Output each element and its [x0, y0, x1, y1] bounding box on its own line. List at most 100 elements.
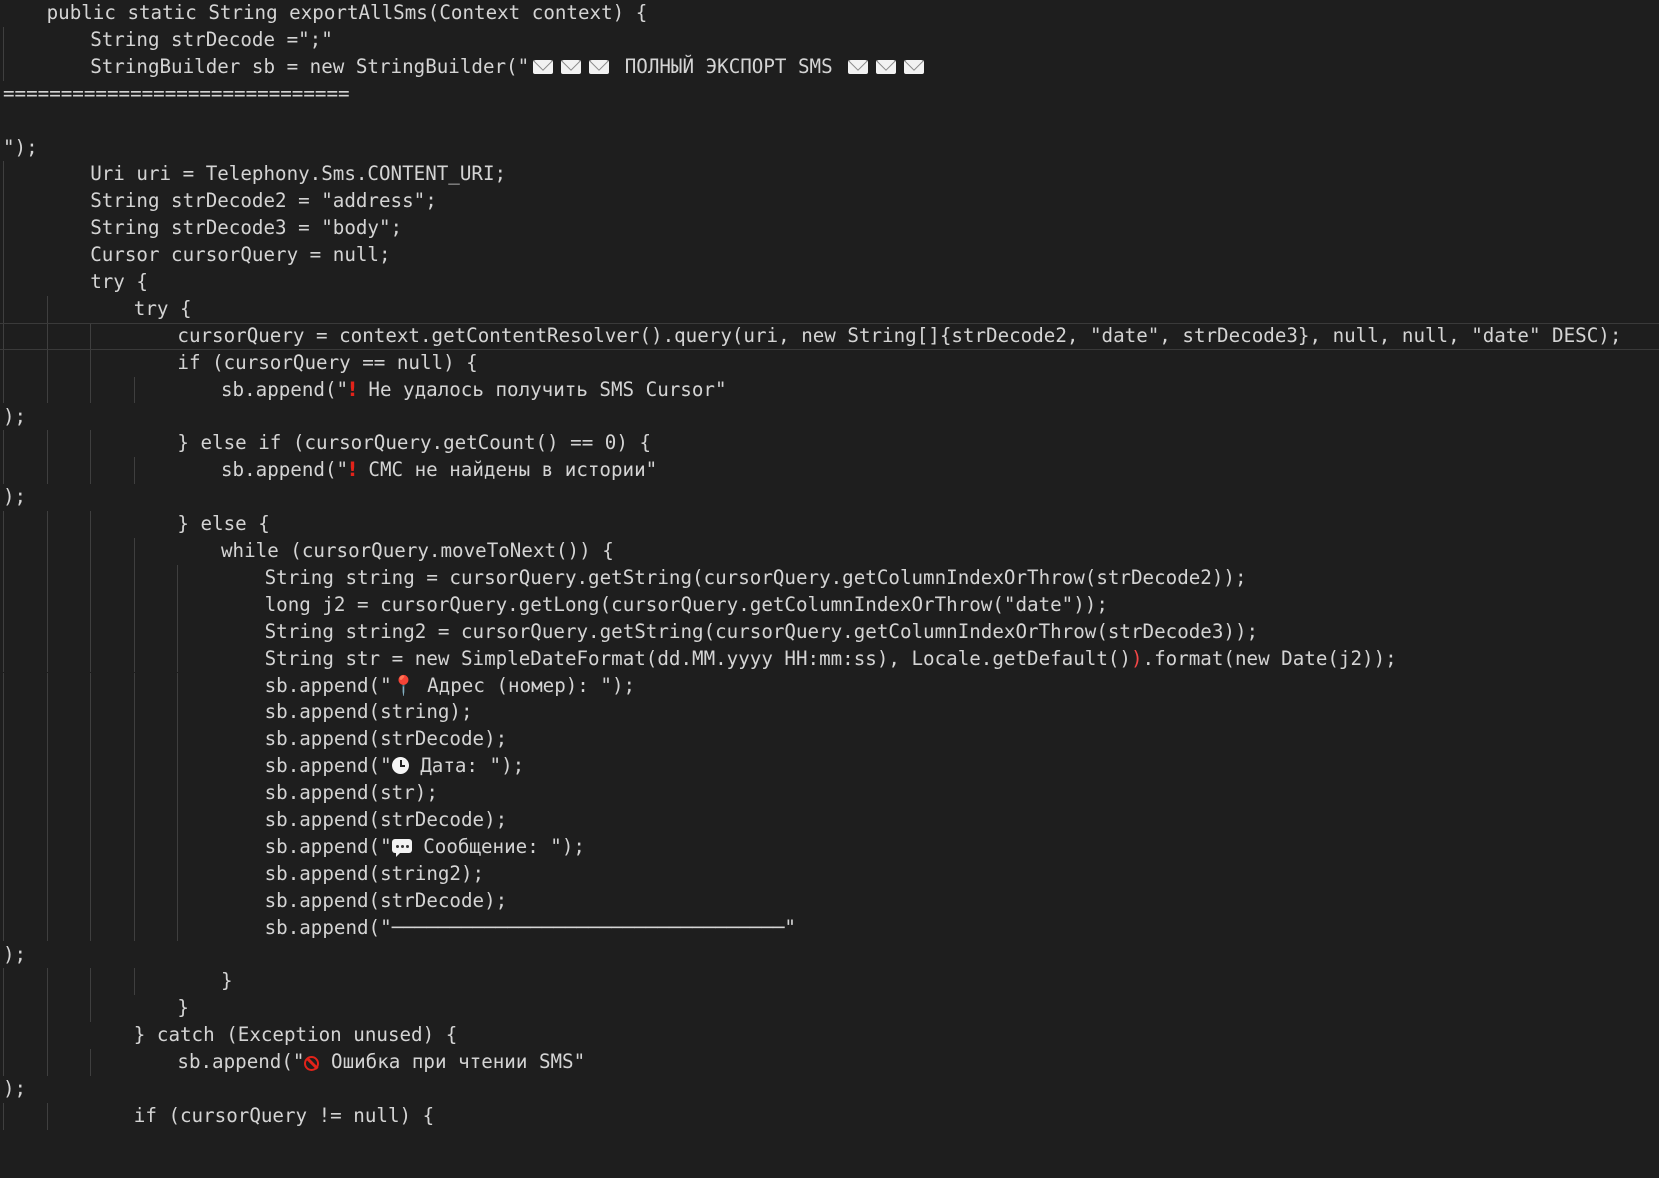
indent-guide: [46, 995, 48, 1023]
code-token: long j2 = cursorQuery.getLong(cursorQuer…: [264, 592, 1108, 616]
indent-guide: [46, 323, 48, 349]
indent-guide: [90, 511, 92, 538]
code-line[interactable]: String str = new SimpleDateFormat(dd.MM.…: [0, 645, 1659, 673]
indent-guide: [3, 242, 4, 269]
code-token: sb.append(string2);: [264, 861, 485, 885]
code-line[interactable]: sb.append(" Дата: ");: [0, 753, 1659, 781]
code-line[interactable]: String string2 = cursorQuery.getString(c…: [0, 618, 1659, 646]
indent-guide: [133, 807, 135, 834]
indent-guide: [46, 430, 48, 458]
code-text: Cursor cursorQuery = null;: [90, 242, 390, 269]
code-text: StringBuilder sb = new StringBuilder(" П…: [90, 54, 928, 81]
indent-guide: [46, 1049, 48, 1076]
code-line[interactable]: sb.append(" Сообщение: ");: [0, 833, 1659, 861]
indent-guide: [3, 323, 4, 349]
code-line[interactable]: );: [0, 1076, 1659, 1103]
code-line[interactable]: } else if (cursorQuery.getCount() == 0) …: [0, 430, 1659, 458]
code-line[interactable]: sb.append(string);: [0, 699, 1659, 727]
code-line[interactable]: String strDecode =";": [0, 26, 1659, 54]
code-token: if (cursorQuery == null) {: [177, 350, 478, 374]
code-line[interactable]: if (cursorQuery != null) {: [0, 1102, 1659, 1130]
code-line[interactable]: sb.append(strDecode);: [0, 887, 1659, 915]
code-line[interactable]: Cursor cursorQuery = null;: [0, 242, 1659, 269]
code-line[interactable]: [0, 108, 1659, 135]
code-text: sb.append(str);: [265, 780, 438, 807]
code-line[interactable]: try {: [0, 295, 1659, 323]
code-line[interactable]: sb.append(string2);: [0, 860, 1659, 888]
code-line[interactable]: long j2 = cursorQuery.getLong(cursorQuer…: [0, 591, 1659, 619]
code-token: Адрес (номер): ");: [415, 673, 636, 697]
code-line[interactable]: StringBuilder sb = new StringBuilder(" П…: [0, 53, 1659, 81]
code-line[interactable]: sb.append("─────────────────────────────…: [0, 914, 1659, 942]
indent-guide: [3, 1022, 4, 1050]
code-token: while (cursorQuery.moveToNext()) {: [221, 539, 614, 562]
exclamation-icon: !: [348, 377, 357, 401]
code-line[interactable]: Uri uri = Telephony.Sms.CONTENT_URI;: [0, 161, 1659, 189]
code-token: Сообщение: ");: [411, 834, 585, 858]
code-line-current[interactable]: cursorQuery = context.getContentResolver…: [0, 322, 1659, 350]
code-text: sb.append(" Сообщение: ");: [265, 834, 585, 861]
indent-guide: [133, 538, 135, 565]
indent-guide: [133, 699, 135, 727]
indent-guide: [90, 726, 92, 754]
indent-guide: [90, 753, 92, 781]
code-token: sb.append(": [177, 1050, 305, 1074]
code-text: );: [3, 942, 26, 969]
indent-guide: [90, 860, 92, 888]
code-line[interactable]: ");: [0, 135, 1659, 162]
indent-guide: [133, 887, 135, 915]
code-line[interactable]: );: [0, 484, 1659, 511]
indent-guide: [46, 780, 48, 807]
indent-guide: [3, 215, 4, 243]
envelope-icon: [848, 59, 869, 74]
code-line[interactable]: String string = cursorQuery.getString(cu…: [0, 564, 1659, 592]
code-line[interactable]: try {: [0, 269, 1659, 296]
code-line[interactable]: ==============================: [0, 81, 1659, 108]
code-line[interactable]: sb.append("! Не удалось получить SMS Cur…: [0, 376, 1659, 404]
code-token: String string = cursorQuery.getString(cu…: [264, 565, 1247, 589]
code-token: Cursor cursorQuery = null;: [90, 243, 391, 267]
code-line[interactable]: if (cursorQuery == null) {: [0, 349, 1659, 377]
code-editor[interactable]: public static String exportAllSms(Contex…: [0, 0, 1659, 1178]
code-line[interactable]: sb.append(" Ошибка при чтении SMS": [0, 1049, 1659, 1076]
indent-guide: [133, 376, 135, 404]
indent-guide: [90, 618, 92, 646]
code-line[interactable]: } catch (Exception unused) {: [0, 1022, 1659, 1050]
indent-guide: [3, 860, 4, 888]
code-line[interactable]: sb.append("! СМС не найдены в истории": [0, 457, 1659, 485]
code-text: long j2 = cursorQuery.getLong(cursorQuer…: [265, 592, 1108, 619]
code-line[interactable]: }: [0, 968, 1659, 996]
no-entry-icon: [304, 1056, 320, 1072]
code-token: String string2 = cursorQuery.getString(c…: [264, 619, 1259, 643]
code-line[interactable]: sb.append(str);: [0, 780, 1659, 807]
indent-guide: [3, 887, 4, 915]
code-line[interactable]: sb.append("📍 Адрес (номер): ");: [0, 672, 1659, 700]
code-token: sb.append(strDecode);: [264, 888, 508, 912]
indent-guide: [90, 699, 92, 727]
code-line[interactable]: );: [0, 404, 1659, 431]
code-line[interactable]: String strDecode2 = "address";: [0, 188, 1659, 216]
code-token: );: [3, 404, 27, 428]
code-token: Не удалось получить SMS Cursor": [356, 377, 727, 401]
indent-guide: [46, 726, 48, 754]
code-line[interactable]: }: [0, 995, 1659, 1023]
code-line[interactable]: while (cursorQuery.moveToNext()) {: [0, 538, 1659, 565]
code-token: public static String exportAllSms(Contex…: [46, 1, 648, 24]
code-line[interactable]: } else {: [0, 511, 1659, 538]
code-line[interactable]: public static String exportAllSms(Contex…: [0, 0, 1659, 27]
indent-guide: [3, 968, 4, 996]
indent-guide: [3, 780, 4, 807]
indent-guide: [46, 618, 48, 646]
code-text: sb.append(" Ошибка при чтении SMS": [177, 1049, 585, 1076]
code-line[interactable]: String strDecode3 = "body";: [0, 215, 1659, 243]
code-token: sb.append(str);: [264, 781, 438, 805]
indent-guide: [177, 914, 179, 942]
envelope-icon: [561, 59, 582, 74]
indent-guide: [3, 726, 4, 754]
indent-guide: [90, 995, 92, 1023]
code-line[interactable]: );: [0, 942, 1659, 969]
code-line[interactable]: sb.append(strDecode);: [0, 807, 1659, 834]
indent-guide: [3, 538, 4, 565]
indent-guide: [133, 618, 135, 646]
code-line[interactable]: sb.append(strDecode);: [0, 726, 1659, 754]
